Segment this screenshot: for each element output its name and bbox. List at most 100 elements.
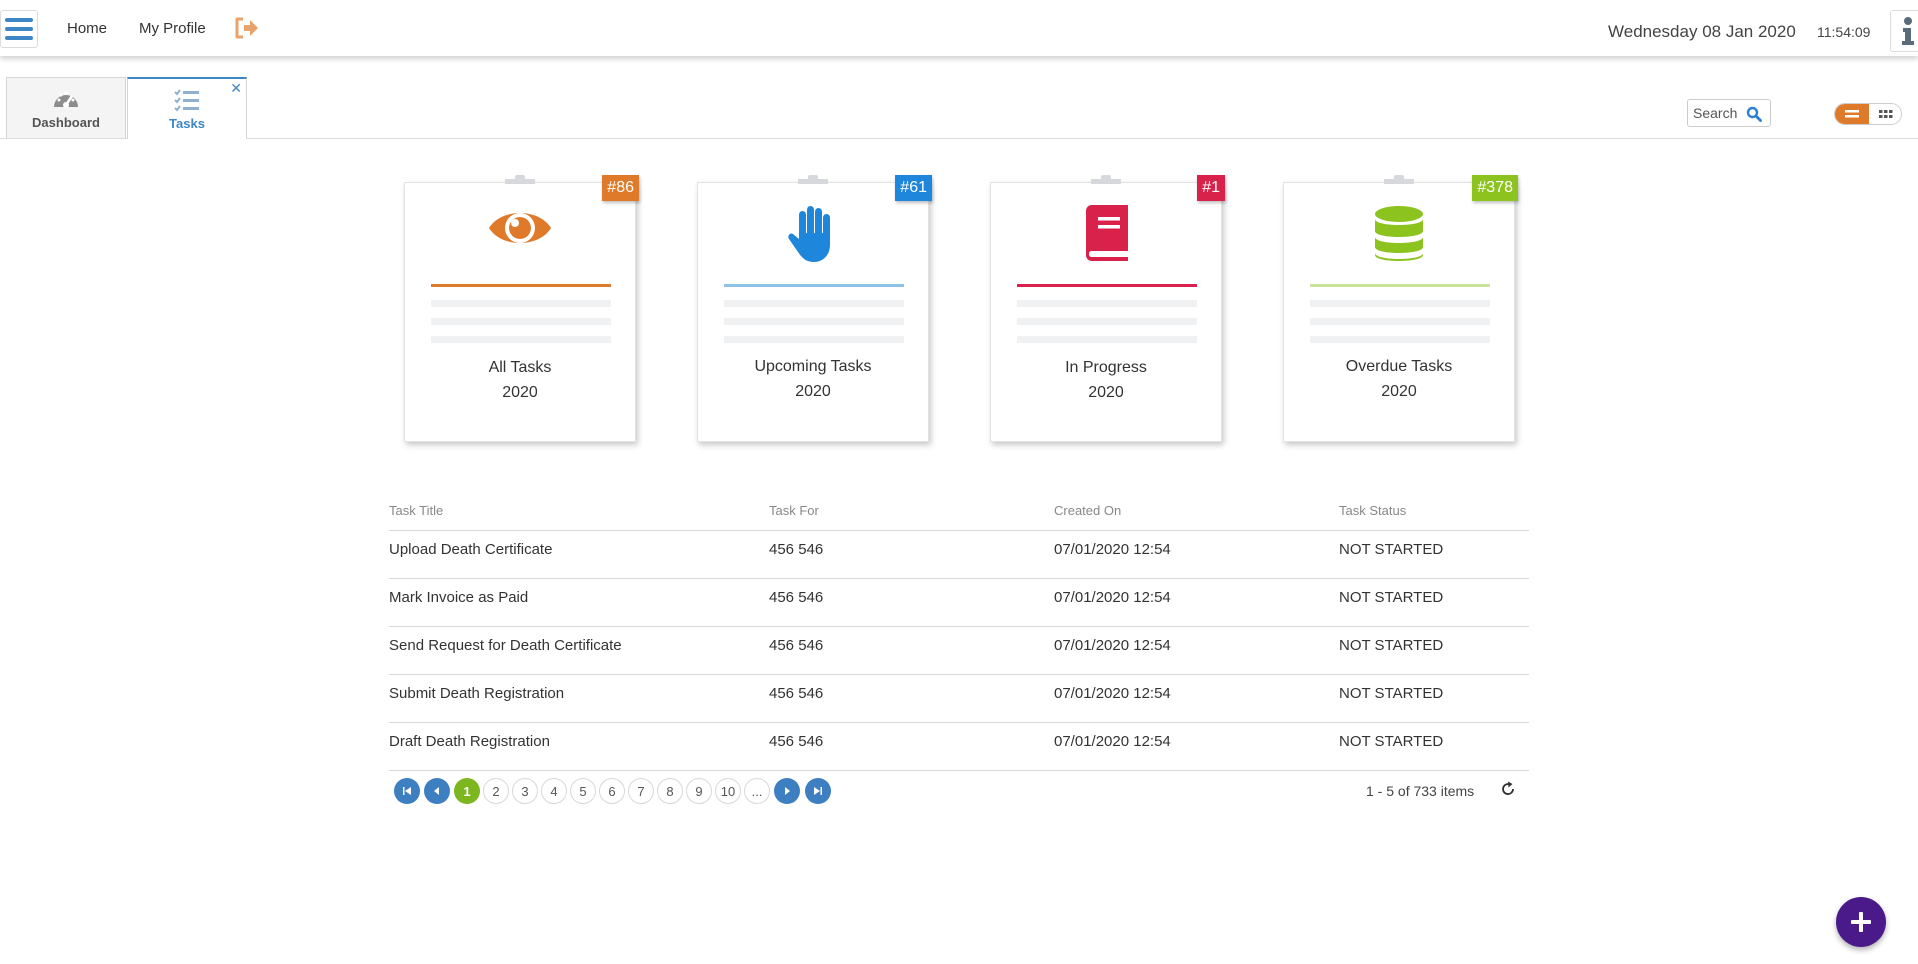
card-divider: [724, 284, 904, 287]
column-header-task-status[interactable]: Task Status: [1339, 503, 1406, 518]
created-on-cell: 07/01/2020 12:54: [1054, 637, 1171, 654]
created-on-cell: 07/01/2020 12:54: [1054, 541, 1171, 558]
placeholder-line: [1310, 336, 1490, 343]
card-divider: [431, 284, 611, 287]
search-label: Search: [1693, 105, 1738, 121]
plus-icon: [1851, 912, 1871, 932]
row-divider: [389, 770, 1529, 771]
overdue-tasks-badge: #378: [1472, 175, 1518, 201]
placeholder-line: [431, 318, 611, 325]
created-on-cell: 07/01/2020 12:54: [1054, 589, 1171, 606]
first-page-icon[interactable]: [394, 778, 420, 804]
current-time: 11:54:09: [1817, 24, 1871, 40]
card-all-tasks[interactable]: #86 All Tasks 2020: [404, 175, 639, 442]
nav-my-profile-link[interactable]: My Profile: [139, 20, 206, 37]
column-header-created-on[interactable]: Created On: [1054, 503, 1121, 518]
tab-tasks-label: Tasks: [169, 116, 205, 131]
all-tasks-badge: #86: [602, 175, 639, 201]
hamburger-menu-icon[interactable]: [0, 10, 38, 48]
clipboard-clip: [798, 175, 828, 184]
clipboard-clip: [1091, 175, 1121, 184]
task-for-cell: 456 546: [769, 733, 824, 750]
task-status-cell: NOT STARTED: [1339, 589, 1444, 606]
page-3-button[interactable]: 3: [512, 778, 538, 804]
placeholder-line: [1310, 300, 1490, 307]
task-for-cell: 456 546: [769, 541, 824, 558]
task-title-cell: Mark Invoice as Paid: [389, 589, 529, 606]
task-status-cell: NOT STARTED: [1339, 637, 1444, 654]
column-header-task-title[interactable]: Task Title: [389, 503, 443, 518]
row-divider: [389, 722, 1529, 723]
placeholder-line: [724, 336, 904, 343]
last-page-icon[interactable]: [805, 778, 831, 804]
placeholder-line: [724, 300, 904, 307]
page-10-button[interactable]: 10: [715, 778, 741, 804]
page-6-button[interactable]: 6: [599, 778, 625, 804]
page-4-button[interactable]: 4: [541, 778, 567, 804]
clipboard-clip: [1384, 175, 1414, 184]
placeholder-line: [431, 336, 611, 343]
placeholder-line: [1017, 318, 1197, 325]
page-8-button[interactable]: 8: [657, 778, 683, 804]
database-icon: [1375, 206, 1423, 261]
list-view-icon[interactable]: [1835, 104, 1869, 124]
placeholder-line: [1017, 336, 1197, 343]
task-for-cell: 456 546: [769, 589, 824, 606]
task-title-cell: Submit Death Registration: [389, 685, 565, 702]
card-overdue-tasks[interactable]: #378 Overdue Tasks 2020: [1283, 175, 1518, 442]
previous-page-icon[interactable]: [424, 778, 450, 804]
next-page-icon[interactable]: [774, 778, 800, 804]
placeholder-line: [1310, 318, 1490, 325]
current-date: Wednesday 08 Jan 2020: [1608, 22, 1796, 41]
placeholder-line: [1017, 300, 1197, 307]
task-status-cell: NOT STARTED: [1339, 541, 1444, 558]
row-divider: [389, 674, 1529, 675]
tab-tasks[interactable]: Tasks ✕: [127, 77, 247, 139]
page-5-button[interactable]: 5: [570, 778, 596, 804]
search-box[interactable]: Search: [1687, 99, 1771, 127]
page-2-button[interactable]: 2: [483, 778, 509, 804]
task-for-cell: 456 546: [769, 637, 824, 654]
page-7-button[interactable]: 7: [628, 778, 654, 804]
in-progress-badge: #1: [1197, 175, 1225, 201]
row-divider: [389, 626, 1529, 627]
page-1-button[interactable]: 1: [454, 778, 480, 804]
nav-home-link[interactable]: Home: [67, 20, 107, 37]
in-progress-year: 2020: [1088, 384, 1124, 401]
pagination-summary: 1 - 5 of 733 items: [1366, 783, 1475, 799]
upcoming-tasks-title: Upcoming Tasks: [754, 358, 872, 375]
add-task-button[interactable]: [1836, 897, 1886, 947]
column-header-task-for[interactable]: Task For: [769, 503, 819, 518]
search-icon[interactable]: [1746, 106, 1762, 122]
tab-strip-divider: [0, 138, 1918, 139]
placeholder-line: [724, 318, 904, 325]
header-divider: [389, 530, 1529, 531]
page-9-button[interactable]: 9: [686, 778, 712, 804]
view-toggle: [1834, 103, 1902, 125]
more-pages-button[interactable]: ...: [744, 778, 770, 804]
overdue-tasks-title: Overdue Tasks: [1345, 358, 1453, 375]
task-title-cell: Send Request for Death Certificate: [389, 637, 622, 654]
task-title-cell: Draft Death Registration: [389, 733, 550, 750]
speedometer-icon: [54, 91, 78, 108]
task-status-cell: NOT STARTED: [1339, 685, 1444, 702]
card-divider: [1017, 284, 1197, 287]
task-title-cell: Upload Death Certificate: [389, 541, 553, 558]
refresh-icon[interactable]: [1500, 781, 1516, 797]
card-upcoming-tasks[interactable]: #61 Upcoming Tasks 2020: [697, 175, 932, 442]
task-status-cell: NOT STARTED: [1339, 733, 1444, 750]
sign-out-icon[interactable]: [234, 16, 260, 40]
hand-icon: [788, 206, 830, 262]
card-divider: [1310, 284, 1490, 287]
task-list-icon: [174, 89, 199, 112]
card-in-progress[interactable]: #1 In Progress 2020: [990, 175, 1225, 442]
task-for-cell: 456 546: [769, 685, 824, 702]
eye-icon: [489, 213, 551, 243]
all-tasks-title: All Tasks: [488, 359, 552, 376]
tab-dashboard[interactable]: Dashboard: [6, 77, 126, 138]
row-divider: [389, 578, 1529, 579]
close-tab-icon[interactable]: ✕: [230, 81, 242, 95]
info-icon[interactable]: [1890, 10, 1918, 52]
grid-view-icon[interactable]: [1869, 104, 1901, 124]
all-tasks-year: 2020: [502, 384, 538, 401]
